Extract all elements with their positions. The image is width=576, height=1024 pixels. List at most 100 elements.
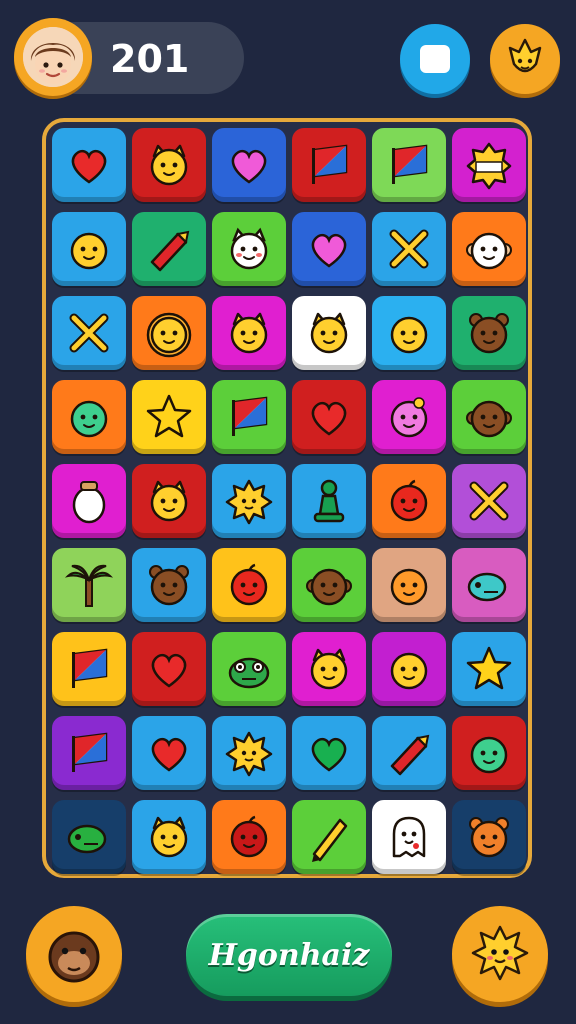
board-tile[interactable] [52,296,126,370]
board-tile[interactable] [292,212,366,286]
board-tile[interactable] [372,464,446,538]
board-tile[interactable] [132,296,206,370]
board-tile[interactable] [132,800,206,874]
heart-pink-icon [231,149,267,184]
cat-icon [310,648,348,690]
star-icon [146,394,192,438]
blob-green-icon [70,400,108,438]
apple-red-icon [230,815,268,858]
flag-icon [392,144,428,184]
board-tile[interactable] [212,128,286,202]
monkey-icon [466,232,512,270]
board-tile[interactable] [292,128,366,202]
board-tile[interactable] [132,464,206,538]
main-action-label: Hgonhaiz [208,937,370,973]
board-tile[interactable] [292,800,366,874]
board-tile[interactable] [132,380,206,454]
blob-pink-icon [390,397,428,438]
board-tile[interactable] [292,548,366,622]
fish-green-icon [67,824,107,854]
board-tile[interactable] [452,464,526,538]
board-tile[interactable] [52,716,126,790]
board-tile[interactable] [372,296,446,370]
board-tile[interactable] [132,548,206,622]
ghost-icon [392,816,426,858]
board-tile[interactable] [52,548,126,622]
board-tile[interactable] [372,548,446,622]
blob-orange-icon [390,568,428,606]
player-avatar[interactable] [14,18,92,96]
board-tile[interactable] [372,380,446,454]
board-tile[interactable] [132,632,206,706]
board-tile[interactable] [452,128,526,202]
sun-cat-icon [471,925,529,981]
heart-icon [151,737,187,772]
board-tile[interactable] [132,212,206,286]
score-value: 201 [110,37,190,81]
board-tile[interactable] [452,632,526,706]
heart-pink-icon [311,233,347,268]
left-character-button[interactable] [26,906,122,1002]
board-tile[interactable] [52,128,126,202]
cat-icon [310,312,348,354]
right-character-button[interactable] [452,906,548,1002]
ghost-cat-icon [230,227,268,270]
board-tile[interactable] [372,128,446,202]
board-tile[interactable] [52,380,126,454]
board-tile[interactable] [212,296,286,370]
heart-icon [151,653,187,688]
board-tile[interactable] [292,464,366,538]
board-tile[interactable] [132,716,206,790]
board-tile[interactable] [452,380,526,454]
board-tile[interactable] [52,800,126,874]
board-tile[interactable] [212,464,286,538]
crayon-icon [150,230,190,272]
monkey-face-icon [48,931,100,983]
board-tile[interactable] [212,800,286,874]
stop-button[interactable] [400,24,470,94]
board-tile[interactable] [372,800,446,874]
main-action-button[interactable]: Hgonhaiz [186,914,392,996]
character-button[interactable] [490,24,560,94]
board-tile[interactable] [292,296,366,370]
board-tile[interactable] [452,548,526,622]
flag-icon [312,144,348,184]
flag-icon [72,648,108,688]
board-tile[interactable] [372,716,446,790]
board-tile[interactable] [212,380,286,454]
board-tile[interactable] [132,128,206,202]
board-tile[interactable] [52,632,126,706]
board-tile[interactable] [452,800,526,874]
game-board [42,118,532,878]
top-hud: 201 [0,0,576,110]
board-tile[interactable] [212,716,286,790]
board-tile[interactable] [292,632,366,706]
board-tile[interactable] [292,716,366,790]
cat-icon [150,480,188,522]
board-tile[interactable] [292,380,366,454]
palm-icon [64,564,114,607]
player-avatar-icon [23,27,83,87]
blob-icon [70,232,108,270]
cat-icon [230,312,268,354]
board-tile[interactable] [52,464,126,538]
lion-icon [146,312,192,358]
board-tile[interactable] [452,716,526,790]
crayon-icon [390,734,430,776]
badge-icon [466,142,512,190]
board-tile[interactable] [212,632,286,706]
board-tile[interactable] [452,296,526,370]
board-tile[interactable] [212,212,286,286]
apple-icon [230,563,268,606]
apple-icon [390,479,428,522]
blob-icon [390,652,428,690]
board-tile[interactable] [452,212,526,286]
frog-icon [228,657,270,689]
cat-icon [150,816,188,858]
board-tile[interactable] [372,632,446,706]
heart-icon [71,149,107,184]
pawn-icon [313,479,345,523]
board-tile[interactable] [212,548,286,622]
board-tile[interactable] [52,212,126,286]
board-tile[interactable] [372,212,446,286]
